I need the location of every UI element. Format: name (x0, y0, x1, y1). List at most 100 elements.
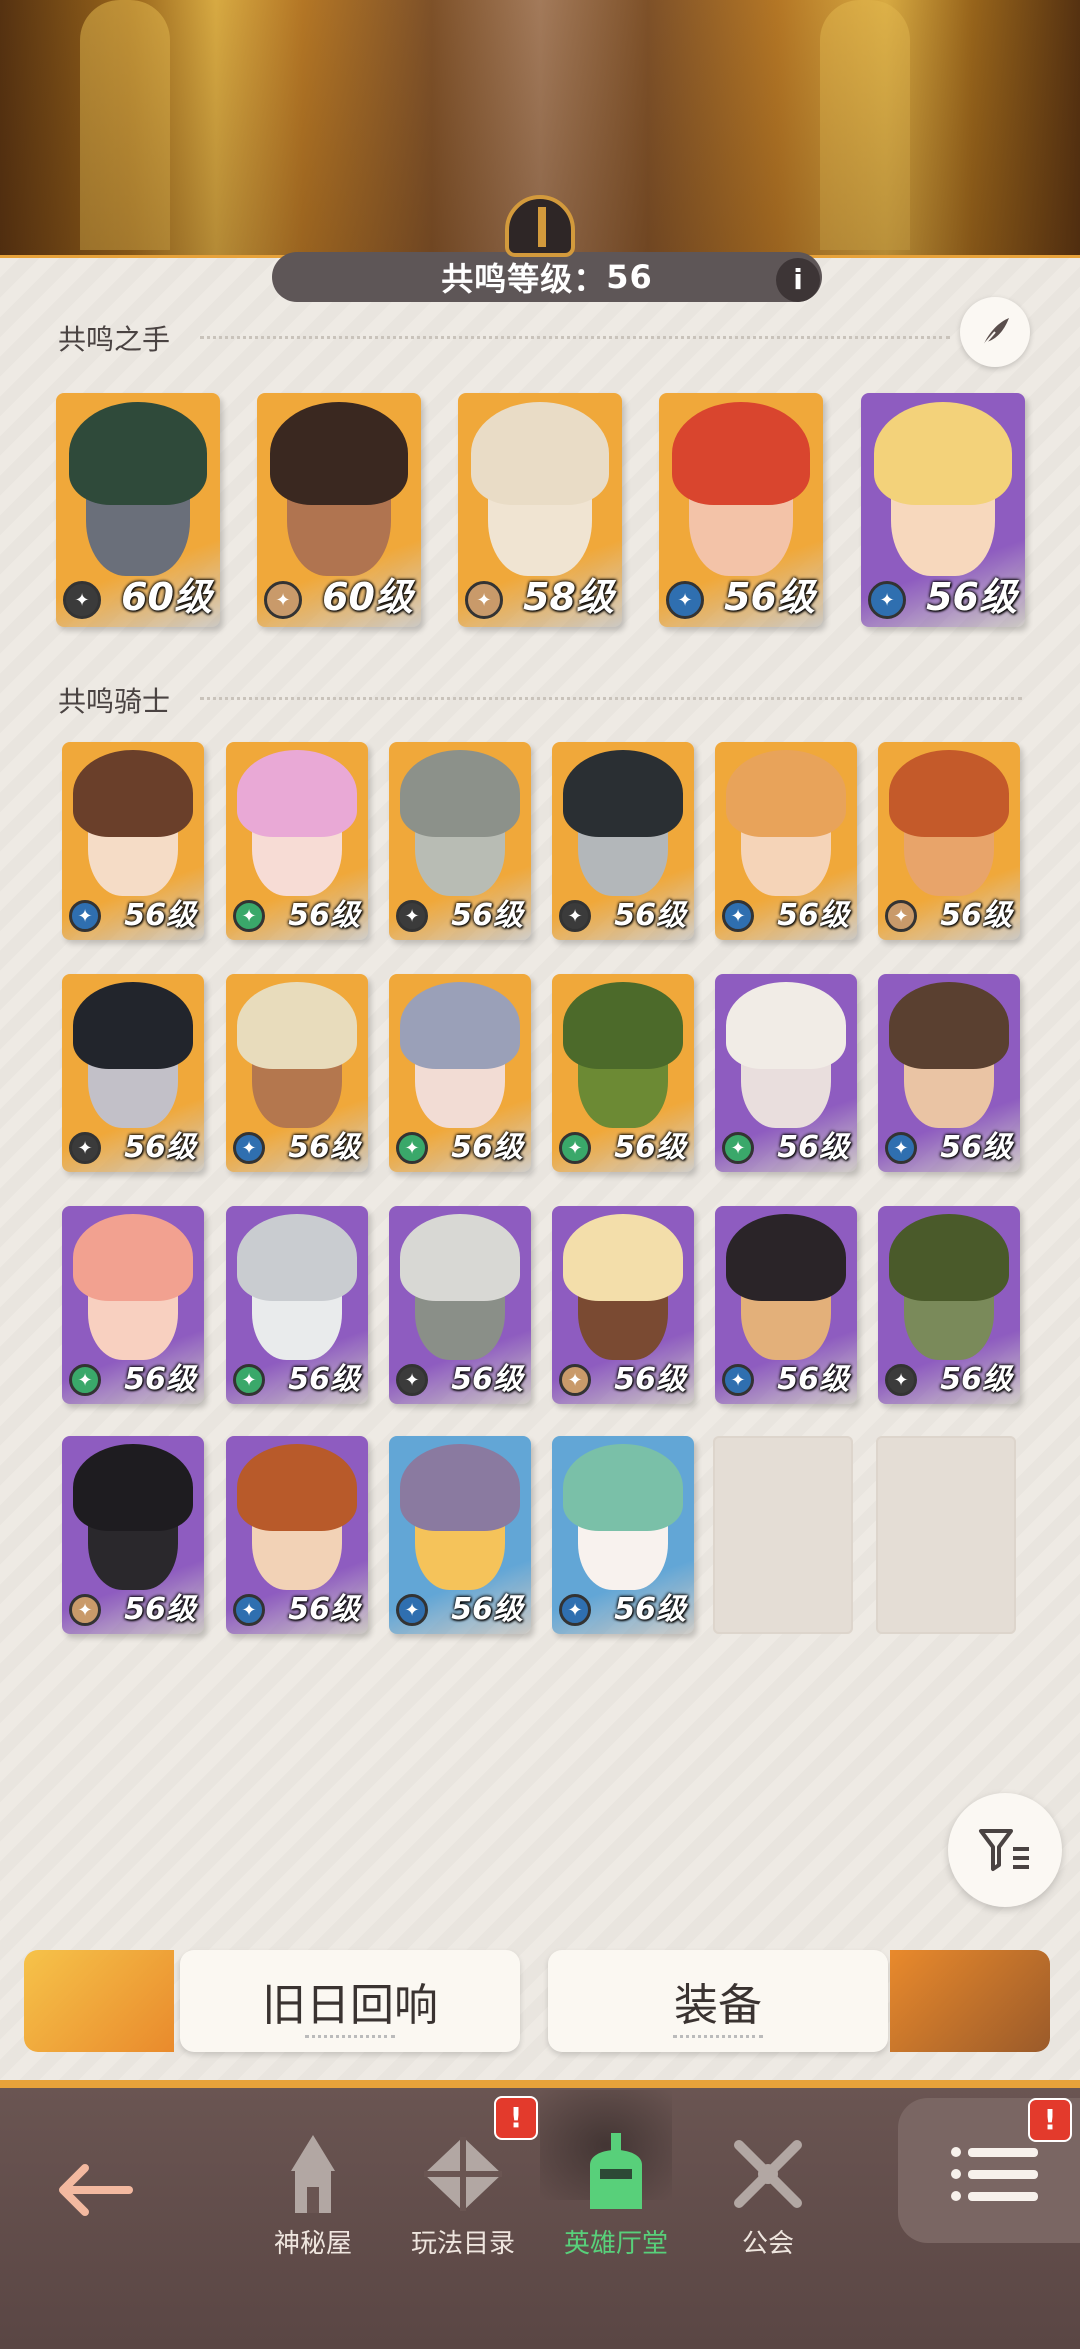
hero-card[interactable]: ✦ 56级 (878, 974, 1020, 1172)
info-button[interactable]: i (776, 258, 820, 302)
element-icon: ✦ (396, 1594, 428, 1626)
hero-level: 56级 (777, 1362, 849, 1397)
tower-icon (268, 2129, 358, 2219)
echo-button[interactable]: 旧日回响 (180, 1950, 520, 2052)
back-button[interactable] (30, 2090, 160, 2260)
hero-hair (563, 749, 683, 838)
echo-button-label: 旧日回响 (262, 1980, 438, 2031)
hero-card[interactable]: ✦ 58级 (458, 393, 622, 627)
hero-card[interactable]: ✦ 56级 (62, 1206, 204, 1404)
element-icon: ✦ (396, 1364, 428, 1396)
hero-hair (471, 402, 609, 506)
element-icon: ✦ (885, 1364, 917, 1396)
catalog-alert-badge: ! (494, 2096, 538, 2140)
hero-card[interactable]: ✦ 56级 (552, 974, 694, 1172)
equipment-button[interactable]: 装备 (548, 1950, 888, 2052)
hero-level: 56级 (124, 1130, 196, 1165)
hero-hair (73, 749, 193, 838)
hero-card[interactable]: ✦ 60级 (56, 393, 220, 627)
feather-icon (982, 318, 1009, 347)
scene-window-right (820, 0, 910, 250)
element-icon: ✦ (233, 900, 265, 932)
hero-hair (889, 1213, 1009, 1302)
element-icon: ✦ (868, 581, 906, 619)
nav-guild[interactable]: 公会 (703, 2090, 833, 2260)
nav-label-active: 英雄厅堂 (563, 2229, 668, 2259)
list-menu-icon (951, 2147, 1038, 2201)
hero-hair (400, 1443, 520, 1532)
element-icon: ✦ (559, 1594, 591, 1626)
hero-level: 60级 (322, 575, 413, 619)
equipment-chest-icon (890, 1950, 1050, 2052)
hero-hair (889, 749, 1009, 838)
hero-card[interactable]: ✦ 56级 (389, 742, 531, 940)
hero-card[interactable]: ✦ 56级 (226, 1206, 368, 1404)
hero-card[interactable]: ✦ 56级 (389, 1436, 531, 1634)
hero-hair (400, 749, 520, 838)
element-icon: ✦ (396, 1132, 428, 1164)
hero-card[interactable]: ✦ 56级 (62, 974, 204, 1172)
hero-card[interactable]: ✦ 56级 (659, 393, 823, 627)
hero-card[interactable]: ✦ 56级 (878, 1206, 1020, 1404)
hero-card[interactable]: ✦ 56级 (552, 1436, 694, 1634)
hero-level: 56级 (124, 1362, 196, 1397)
hero-card[interactable]: ✦ 56级 (715, 742, 857, 940)
hero-card[interactable]: ✦ 56级 (62, 1436, 204, 1634)
hero-level: 58级 (523, 575, 614, 619)
element-icon: ✦ (722, 1132, 754, 1164)
hero-card[interactable]: ✦ 56级 (878, 742, 1020, 940)
nav-hero-hall[interactable]: 英雄厅堂 (551, 2090, 681, 2260)
catalog-icon (418, 2129, 508, 2219)
hero-card[interactable]: ✦ 56级 (389, 974, 531, 1172)
hero-hair (726, 1213, 846, 1302)
resonance-label: 共鸣等级： (441, 260, 607, 298)
hero-card[interactable]: ✦ 56级 (226, 742, 368, 940)
hero-level: 56级 (124, 1592, 196, 1627)
hero-card[interactable]: ✦ 56级 (715, 1206, 857, 1404)
element-icon: ✦ (233, 1132, 265, 1164)
hero-hair (69, 402, 207, 506)
element-icon: ✦ (559, 900, 591, 932)
hero-hair (563, 1443, 683, 1532)
hero-card[interactable]: ✦ 56级 (62, 742, 204, 940)
hero-level: 56级 (614, 1592, 686, 1627)
section-title-hands: 共鸣之手 (58, 323, 171, 356)
hero-level: 56级 (451, 898, 523, 933)
resonance-level-bar: 共鸣等级： 56 (272, 252, 822, 302)
hero-card[interactable]: ✦ 56级 (226, 1436, 368, 1634)
hero-card[interactable]: ✦ 56级 (552, 1206, 694, 1404)
back-arrow-icon (59, 2164, 133, 2216)
hero-level: 56级 (451, 1130, 523, 1165)
hero-hair (73, 1443, 193, 1532)
hero-card[interactable]: ✦ 56级 (552, 742, 694, 940)
element-icon: ✦ (465, 581, 503, 619)
hero-hair (270, 402, 408, 506)
hero-hair (726, 749, 846, 838)
section-title-knights: 共鸣骑士 (58, 685, 171, 718)
hero-level: 56级 (940, 1362, 1012, 1397)
hero-level: 56级 (451, 1592, 523, 1627)
filter-button[interactable] (948, 1793, 1062, 1907)
hero-card[interactable]: ✦ 56级 (715, 974, 857, 1172)
knight-helmet-icon (571, 2129, 661, 2219)
element-icon: ✦ (885, 900, 917, 932)
feather-button[interactable] (960, 297, 1030, 367)
hero-hair (400, 981, 520, 1070)
hero-card[interactable]: ✦ 56级 (861, 393, 1025, 627)
hero-card[interactable]: ✦ 56级 (226, 974, 368, 1172)
nav-mystery-house[interactable]: 神秘屋 (248, 2090, 378, 2260)
hero-level: 56级 (614, 898, 686, 933)
hero-card[interactable]: ✦ 60级 (257, 393, 421, 627)
hero-card[interactable]: ✦ 56级 (389, 1206, 531, 1404)
hero-hair (889, 981, 1009, 1070)
menu-alert-badge: ! (1028, 2098, 1072, 2142)
element-icon: ✦ (69, 900, 101, 932)
button-dots (673, 2035, 763, 2038)
hero-level: 56级 (777, 898, 849, 933)
section-divider (200, 336, 950, 339)
element-icon: ✦ (69, 1132, 101, 1164)
filter-icon (979, 1829, 1029, 1871)
empty-slot (713, 1436, 853, 1634)
hero-level: 56级 (940, 898, 1012, 933)
echo-emblem-icon (24, 1950, 174, 2052)
